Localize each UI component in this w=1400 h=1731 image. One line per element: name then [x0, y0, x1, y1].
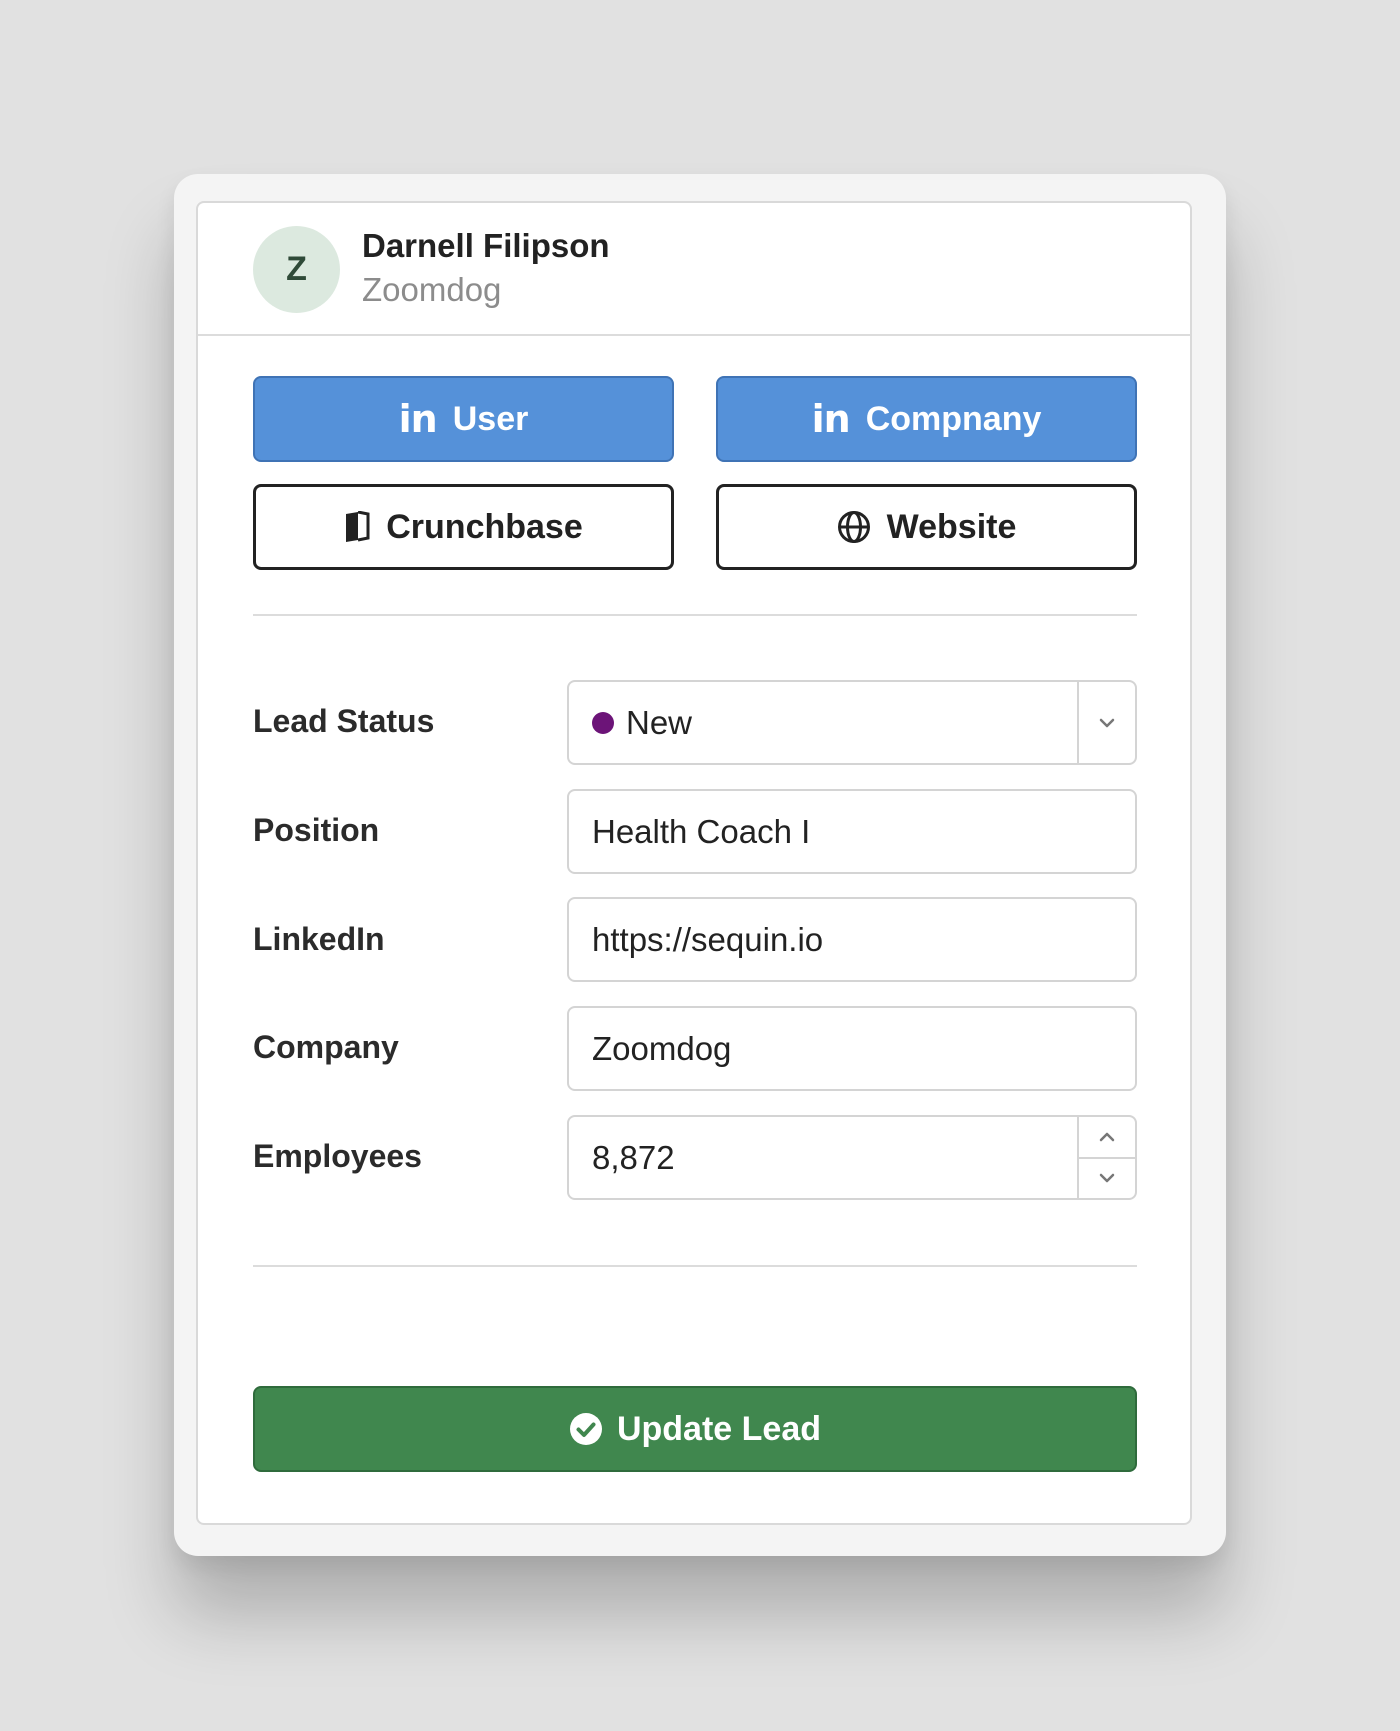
linkedin-user-label: User — [452, 399, 529, 438]
lead-status-label: Lead Status — [253, 703, 435, 739]
position-label: Position — [253, 812, 380, 848]
employees-value: 8,872 — [592, 1138, 675, 1176]
linkedin-value: https://sequin.io — [592, 920, 824, 958]
contact-company: Zoomdog — [362, 271, 502, 308]
linkedin-label: LinkedIn — [253, 921, 385, 957]
crunchbase-label: Crunchbase — [386, 507, 583, 546]
decrement-button[interactable] — [1079, 1156, 1135, 1199]
select-toggle[interactable] — [1077, 682, 1135, 763]
check-circle-icon — [569, 1412, 603, 1446]
linkedin-icon: in — [811, 397, 851, 441]
chevron-up-icon — [1099, 1132, 1115, 1141]
divider — [253, 1265, 1137, 1267]
crunchbase-button[interactable]: Crunchbase — [253, 484, 674, 570]
linkedin-company-button[interactable]: in Compnany — [716, 376, 1137, 462]
employees-label: Employees — [253, 1138, 422, 1174]
employees-input[interactable]: 8,872 — [567, 1115, 1137, 1200]
company-input[interactable]: Zoomdog — [567, 1006, 1137, 1091]
contact-name: Darnell Filipson — [362, 227, 610, 264]
status-dot-icon — [592, 711, 614, 734]
divider — [253, 614, 1137, 616]
chevron-down-icon — [1099, 1174, 1115, 1183]
website-button[interactable]: Website — [716, 484, 1137, 570]
update-lead-label: Update Lead — [616, 1409, 822, 1448]
book-icon — [344, 511, 370, 543]
lead-status-value: New — [626, 703, 693, 741]
number-stepper — [1077, 1117, 1135, 1198]
increment-button[interactable] — [1079, 1117, 1135, 1157]
lead-status-select[interactable]: New — [567, 680, 1137, 765]
linkedin-user-button[interactable]: in User — [253, 376, 674, 462]
contact-header: Z Darnell Filipson Zoomdog — [198, 203, 1190, 336]
update-lead-button[interactable]: Update Lead — [253, 1386, 1137, 1472]
linkedin-icon: in — [398, 397, 438, 441]
linkedin-input[interactable]: https://sequin.io — [567, 897, 1137, 982]
avatar: Z — [253, 226, 340, 313]
linkedin-company-label: Compnany — [865, 399, 1042, 438]
position-input[interactable]: Health Coach I — [567, 789, 1137, 874]
app-window: Z Darnell Filipson Zoomdog in User in Co… — [174, 174, 1226, 1556]
globe-icon — [837, 510, 871, 544]
website-label: Website — [886, 507, 1017, 546]
company-label: Company — [253, 1029, 399, 1065]
company-value: Zoomdog — [592, 1029, 732, 1067]
lead-card: Z Darnell Filipson Zoomdog in User in Co… — [196, 201, 1192, 1525]
chevron-down-icon — [1099, 718, 1115, 727]
position-value: Health Coach I — [592, 812, 811, 850]
